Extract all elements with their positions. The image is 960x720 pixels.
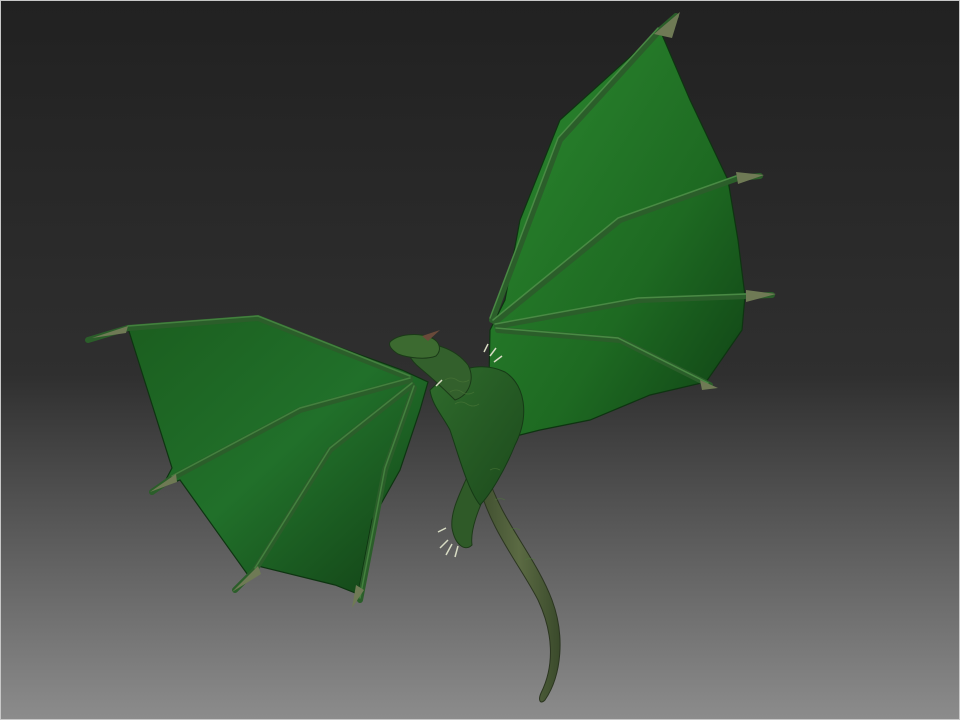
render-canvas[interactable] xyxy=(0,0,960,720)
3d-viewport[interactable] xyxy=(0,0,960,720)
